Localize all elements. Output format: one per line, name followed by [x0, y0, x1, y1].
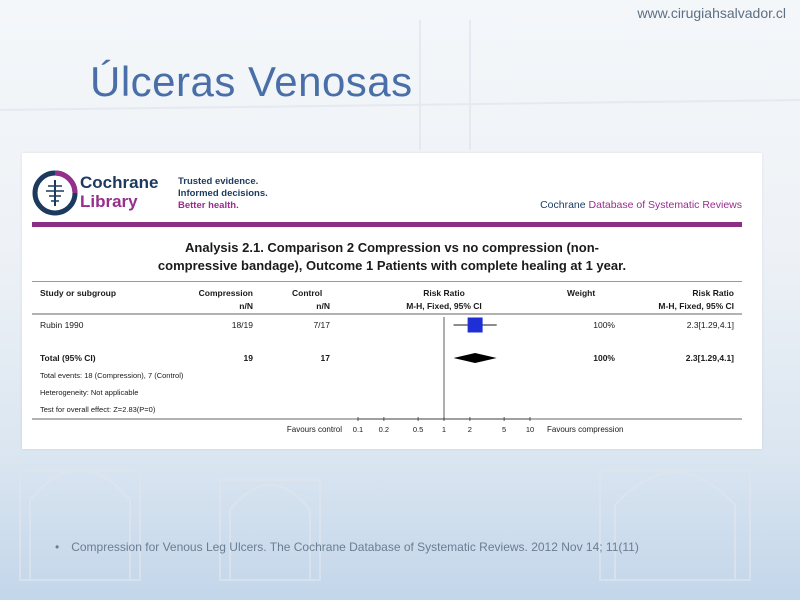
- cochrane-tagline: Trusted evidence. Informed decisions. Be…: [178, 176, 268, 212]
- x-tick-label: 0.2: [379, 425, 389, 434]
- tagline-line-1: Trusted evidence.: [178, 176, 259, 187]
- cochrane-logo-text: Cochrane Library: [80, 173, 158, 211]
- header-divider: [32, 222, 742, 227]
- database-name: Cochrane Database of Systematic Reviews: [540, 199, 742, 211]
- header-compression: Compression: [199, 288, 253, 298]
- x-tick-label: 0.1: [353, 425, 363, 434]
- forest-plot: Study or subgroup Compression n/N Contro…: [32, 281, 742, 434]
- analysis-title-line-1: Analysis 2.1. Comparison 2 Compression v…: [185, 240, 599, 255]
- database-name-brand: Cochrane: [540, 199, 589, 211]
- x-tick-label: 1: [442, 425, 446, 434]
- slide-title: Úlceras Venosas: [90, 58, 413, 105]
- total-rr-text: 2.3[1.29,4.1]: [686, 353, 734, 363]
- citation-bullet: • Compression for Venous Leg Ulcers. The …: [55, 540, 639, 554]
- x-tick-label: 0.5: [413, 425, 423, 434]
- tagline-line-3: Better health.: [178, 200, 239, 211]
- study-weight: 100%: [593, 320, 615, 330]
- note-overall-effect: Test for overall effect: Z=2.83(P=0): [40, 405, 156, 414]
- study-compression: 18/19: [232, 320, 254, 330]
- study-effect-square: [467, 317, 483, 333]
- note-total-events: Total events: 18 (Compression), 7 (Contr…: [40, 371, 184, 380]
- bullet-dot-icon: •: [55, 540, 60, 554]
- total-weight: 100%: [593, 353, 615, 363]
- study-rr-text: 2.3[1.29,4.1]: [687, 320, 734, 330]
- header-risk-ratio-2-sub: M-H, Fixed, 95% CI: [658, 301, 734, 311]
- header-weight: Weight: [567, 288, 595, 298]
- study-name: Rubin 1990: [40, 320, 84, 330]
- analysis-title-line-2: compressive bandage), Outcome 1 Patients…: [157, 258, 627, 273]
- cochrane-logo-icon: [32, 170, 78, 216]
- cochrane-figure: Cochrane Library Trusted evidence. Infor…: [22, 153, 762, 449]
- header-risk-ratio-2: Risk Ratio: [692, 288, 734, 298]
- x-tick-label: 5: [502, 425, 506, 434]
- axis-left-label: Favours control: [287, 425, 342, 434]
- header-compression-sub: n/N: [239, 301, 253, 311]
- logo-name-library: Library: [80, 192, 138, 211]
- site-url: www.cirugiahsalvador.cl: [637, 5, 786, 21]
- note-heterogeneity: Heterogeneity: Not applicable: [40, 388, 138, 397]
- logo-name-cochrane: Cochrane: [80, 173, 159, 192]
- axis-right-label: Favours compression: [547, 425, 623, 434]
- study-control: 7/17: [313, 320, 330, 330]
- header-control: Control: [292, 288, 322, 298]
- analysis-title: Analysis 2.1. Comparison 2 Compression v…: [22, 239, 762, 275]
- tagline-line-2: Informed decisions.: [178, 188, 268, 199]
- total-compression: 19: [244, 353, 254, 363]
- header-risk-ratio-sub: M-H, Fixed, 95% CI: [406, 301, 482, 311]
- total-control: 17: [321, 353, 331, 363]
- pooled-diamond: [453, 353, 497, 363]
- total-name: Total (95% CI): [40, 353, 96, 363]
- forest-plot-marks: 0.1 0.2 0.5 1 2 5 10: [353, 317, 534, 434]
- x-tick-label: 2: [468, 425, 472, 434]
- x-tick-label: 10: [526, 425, 534, 434]
- citation-text: Compression for Venous Leg Ulcers. The C…: [71, 540, 639, 554]
- database-name-title: Database of Systematic Reviews: [588, 199, 742, 211]
- header-control-sub: n/N: [316, 301, 330, 311]
- header-risk-ratio: Risk Ratio: [423, 288, 465, 298]
- header-study: Study or subgroup: [40, 288, 116, 298]
